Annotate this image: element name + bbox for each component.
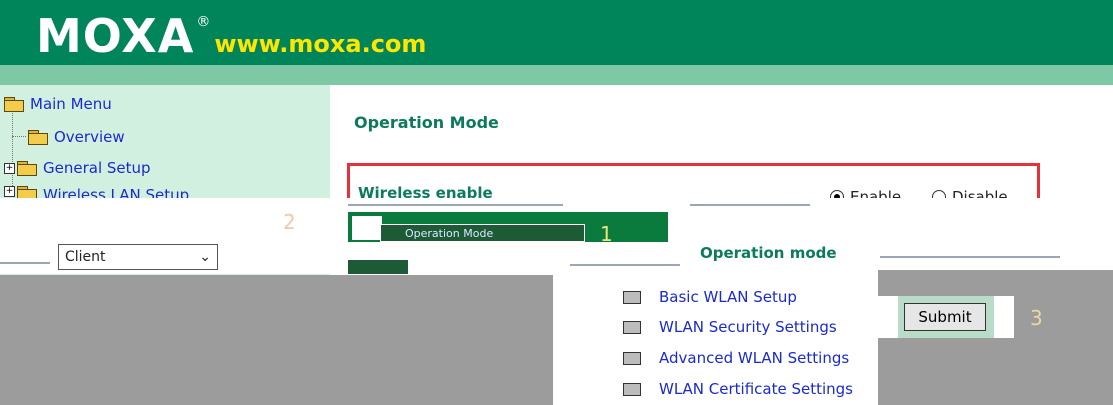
chevron-down-icon: ⌄ — [199, 249, 211, 265]
page-icon — [623, 382, 641, 396]
sidebar-item-general-setup[interactable]: + General Setup — [4, 157, 151, 179]
registered-mark: ® — [196, 14, 211, 30]
sidebar-item-overview[interactable]: Overview — [28, 126, 125, 148]
submit-button[interactable]: Submit — [904, 303, 986, 331]
sidebar-item-main-menu[interactable]: Main Menu — [4, 93, 112, 115]
submenu-item-advanced-wlan[interactable]: Advanced WLAN Settings — [623, 347, 849, 369]
header-band — [0, 65, 1113, 85]
tree-line — [12, 136, 26, 137]
page-title: Operation Mode — [354, 113, 499, 132]
glitch-noise — [880, 256, 1060, 258]
submenu-label: WLAN Security Settings — [659, 318, 837, 336]
glitch-block — [352, 216, 382, 240]
folder-icon — [17, 161, 37, 176]
operation-mode-tab[interactable]: Operation Mode — [380, 224, 585, 242]
moxa-logo: MOXA ® www.moxa.com — [36, 12, 426, 60]
submenu-item-wlan-security[interactable]: WLAN Security Settings — [623, 316, 837, 338]
gray-region — [1014, 296, 1113, 405]
operation-mode-select-value: Client — [65, 249, 106, 265]
expand-icon[interactable]: + — [4, 186, 15, 197]
folder-open-icon — [4, 97, 24, 112]
submenu-item-basic-wlan[interactable]: Basic WLAN Setup — [623, 286, 797, 308]
sidebar-item-label: General Setup — [43, 159, 151, 177]
operation-mode-label: Operation mode — [700, 244, 837, 262]
glitch-noise — [348, 204, 563, 206]
gray-region — [878, 338, 1014, 405]
submenu-item-wlan-certificate[interactable]: WLAN Certificate Settings — [623, 378, 853, 400]
gray-region — [0, 275, 553, 405]
glitch-block — [348, 260, 408, 274]
submenu-label: Advanced WLAN Settings — [659, 349, 850, 367]
sidebar-item-label: Main Menu — [30, 95, 112, 113]
glitch-noise — [0, 262, 50, 264]
operation-mode-tab-label: Operation Mode — [405, 226, 494, 240]
operation-mode-select[interactable]: Client ⌄ — [58, 244, 218, 270]
tree-line — [12, 107, 13, 192]
folder-icon — [28, 130, 48, 145]
page-icon — [623, 351, 641, 365]
page-icon — [623, 290, 641, 304]
sidebar-item-label: Overview — [54, 128, 125, 146]
gray-region — [878, 270, 1113, 296]
annotation-1: 1 — [600, 222, 613, 246]
page-icon — [623, 320, 641, 334]
annotation-2: 2 — [283, 210, 296, 234]
annotation-3: 3 — [1030, 306, 1043, 330]
glitch-noise — [690, 204, 810, 206]
submenu-label: Basic WLAN Setup — [659, 288, 797, 306]
submenu-label: WLAN Certificate Settings — [659, 380, 853, 398]
glitch-noise — [570, 264, 680, 266]
expand-icon[interactable]: + — [4, 162, 15, 174]
logo-text: MOXA — [36, 9, 195, 63]
moxa-url[interactable]: www.moxa.com — [214, 30, 426, 58]
